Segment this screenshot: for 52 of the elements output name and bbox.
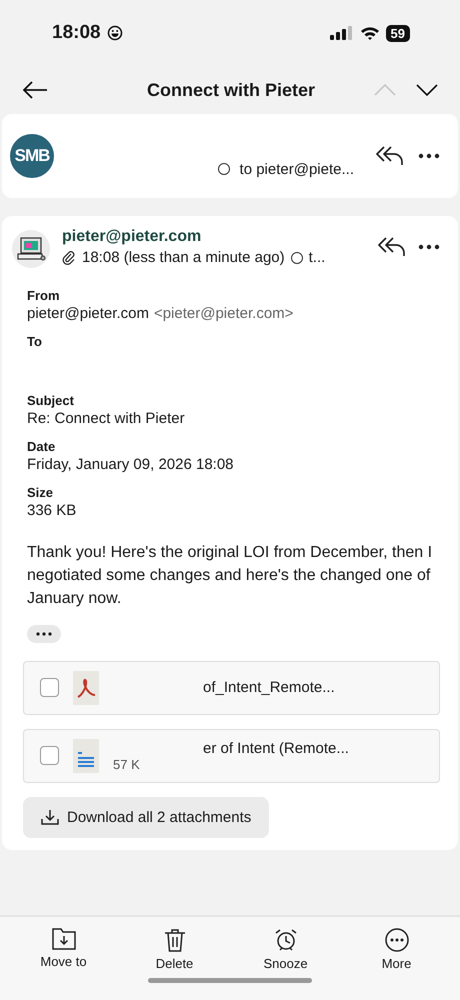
- back-arrow-icon[interactable]: [22, 81, 48, 99]
- collapsed-message-card[interactable]: SMB to pieter@piete...: [2, 114, 458, 198]
- sender-address: pieter@pieter.com: [62, 228, 202, 246]
- more-circle-icon: [384, 928, 408, 952]
- pdf-file-icon: [73, 670, 99, 705]
- attachment-card[interactable]: of_Intent_Remote...: [23, 660, 440, 715]
- document-file-icon: [73, 738, 99, 773]
- show-quoted-text-icon[interactable]: [27, 624, 61, 643]
- next-chevron-icon[interactable]: [416, 84, 438, 96]
- detail-note: <pieter@pieter.com>: [154, 305, 294, 322]
- detail-label: From: [27, 288, 60, 303]
- battery-level: 59: [386, 24, 410, 42]
- detail-label: Subject: [27, 393, 75, 408]
- detail-label: To: [27, 334, 43, 349]
- folder-icon: [52, 928, 76, 950]
- alarm-clock-icon: [274, 928, 298, 952]
- unread-circle-icon: [218, 163, 230, 175]
- attachment-checkbox[interactable]: [40, 678, 59, 698]
- more-icon[interactable]: [418, 244, 440, 250]
- recipient-text: t...: [308, 249, 326, 266]
- detail-value: Re: Connect with Pieter: [27, 410, 185, 427]
- detail-value: Friday, January 09, 2026 18:08: [27, 456, 234, 473]
- attachment-name: er of Intent (Remote...: [203, 740, 349, 757]
- reply-all-icon[interactable]: [378, 236, 406, 258]
- toolbar-button[interactable]: Delete: [134, 927, 214, 972]
- attachment-name: of_Intent_Remote...: [203, 679, 335, 696]
- wifi-icon: [360, 26, 380, 40]
- sender-avatar: SMB: [10, 134, 54, 178]
- message-body: Thank you! Here's the original LOI from December, then I negotiated some changes and here's the changed one of January now.: [27, 543, 434, 610]
- attachment-size: 57 K: [113, 756, 141, 772]
- recipient-text: to pieter@piete...: [240, 160, 354, 178]
- trash-icon: [164, 928, 186, 952]
- detail-label: Size: [27, 485, 54, 500]
- download-all-button[interactable]: Download all 2 attachments: [23, 796, 270, 838]
- more-icon[interactable]: [418, 153, 440, 159]
- detail-value: 336 KB: [27, 502, 76, 519]
- detail-label: Date: [27, 439, 56, 454]
- attachment-checkbox[interactable]: [40, 746, 59, 766]
- signal-icon: [330, 26, 354, 40]
- attachment-card[interactable]: er of Intent (Remote... 57 K: [23, 728, 440, 783]
- toolbar-button[interactable]: More: [356, 927, 436, 972]
- conversation-title: Connect with Pieter: [146, 80, 316, 100]
- unread-circle-icon: [290, 252, 303, 264]
- status-time: 18:08: [52, 22, 101, 44]
- reply-all-icon[interactable]: [376, 145, 404, 167]
- download-icon: [41, 809, 59, 826]
- computer-avatar-icon: [12, 230, 50, 268]
- toolbar-button[interactable]: Snooze: [246, 927, 326, 972]
- toolbar-button[interactable]: Move to: [24, 927, 104, 972]
- smiley-icon: [106, 25, 123, 41]
- detail-value: pieter@pieter.com: [27, 305, 149, 322]
- sent-time: 18:08 (less than a minute ago): [82, 249, 285, 266]
